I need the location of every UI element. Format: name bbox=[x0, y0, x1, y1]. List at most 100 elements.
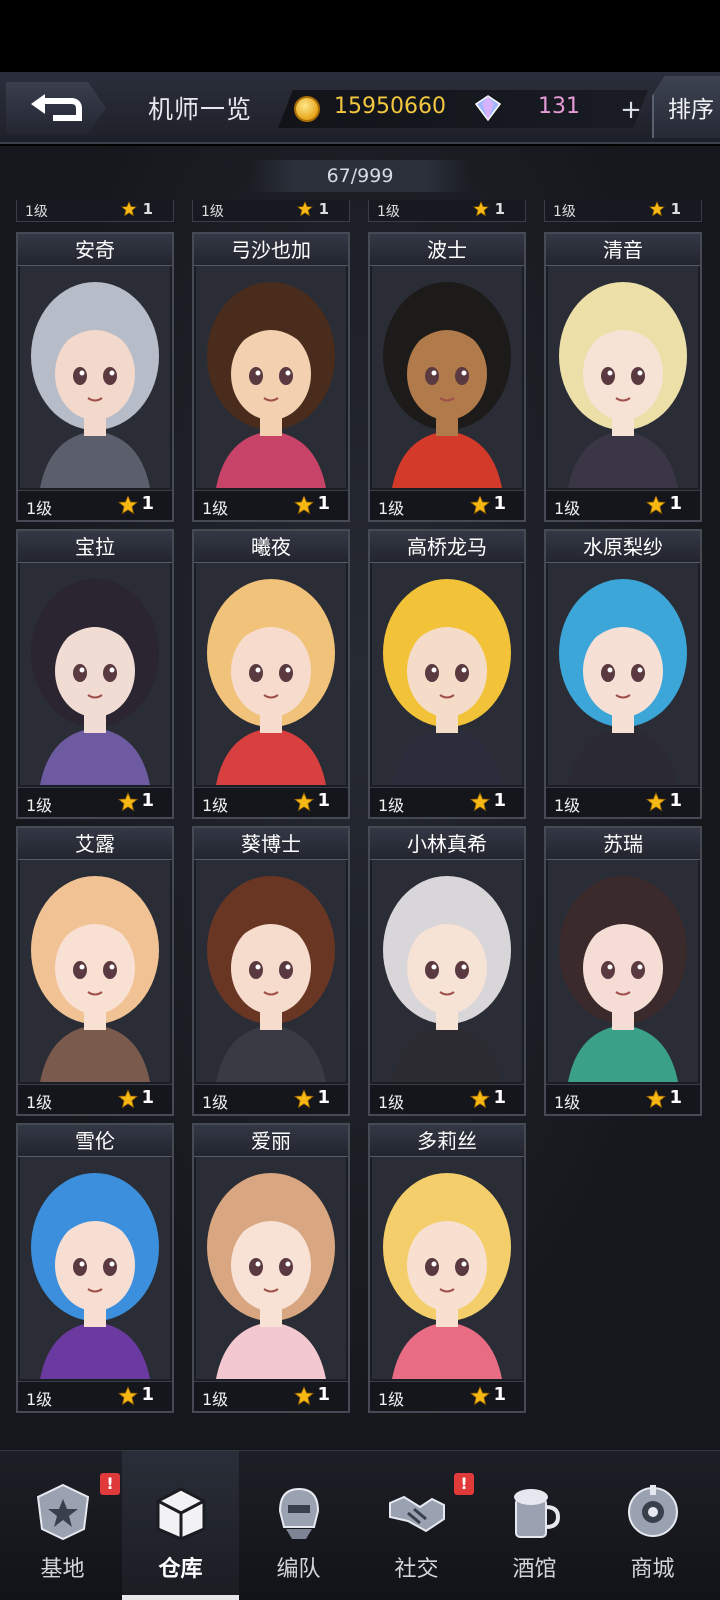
pilot-name: 葵博士 bbox=[194, 828, 348, 860]
nav-item-handshake[interactable]: 社交! bbox=[358, 1451, 475, 1600]
star-icon bbox=[648, 200, 666, 217]
pilot-level: 1级 bbox=[26, 796, 53, 815]
pilot-card[interactable]: 雪伦 1级 1 bbox=[16, 1123, 174, 1413]
pilot-stars: 1 bbox=[669, 790, 682, 811]
star-icon bbox=[296, 200, 314, 217]
pilot-card[interactable]: 小林真希 1级 1 bbox=[368, 826, 526, 1116]
pilot-stars: 1 bbox=[317, 493, 330, 514]
nav-label: 基地 bbox=[40, 1557, 85, 1582]
nav-item-shop[interactable]: 商城 bbox=[594, 1451, 711, 1600]
pilot-card-footer: 1级 1 bbox=[18, 787, 172, 817]
pilot-portrait bbox=[372, 860, 522, 1082]
coin-value: 15950660 bbox=[334, 94, 446, 119]
pilot-name: 高桥龙马 bbox=[370, 531, 524, 563]
pilot-card[interactable]: 安奇 1级 1 bbox=[16, 232, 174, 522]
pilot-card[interactable]: 波士 1级 1 bbox=[368, 232, 526, 522]
pilot-level: 1级 bbox=[25, 204, 48, 220]
pilot-card-footer: 1级 1 bbox=[194, 490, 348, 520]
pilot-name: 宝拉 bbox=[18, 531, 172, 563]
back-arrow-icon bbox=[31, 94, 82, 121]
pilot-card[interactable]: 爱丽 1级 1 bbox=[192, 1123, 350, 1413]
pilot-level: 1级 bbox=[554, 1093, 581, 1112]
warehouse-icon bbox=[150, 1481, 212, 1543]
pilot-count-bar: 67/999 bbox=[250, 160, 470, 192]
pilot-card-footer: 1级 1 bbox=[370, 1381, 524, 1411]
pilot-card-footer: 1级 1 bbox=[194, 1381, 348, 1411]
nav-item-base[interactable]: 基地! bbox=[4, 1451, 121, 1600]
nav-label: 社交 bbox=[394, 1557, 439, 1582]
pilot-stars: 1 bbox=[669, 493, 682, 514]
pilot-name: 清音 bbox=[546, 234, 700, 266]
pilot-card[interactable]: 艾露 1级 1 bbox=[16, 826, 174, 1116]
header: 机师一览 15950660 131 + 排序 bbox=[0, 72, 720, 144]
pilot-portrait bbox=[20, 860, 170, 1082]
pilot-card-partial[interactable]: 1级 1 bbox=[544, 200, 702, 222]
star-icon bbox=[117, 791, 139, 812]
pilot-stars: 1 bbox=[141, 493, 154, 514]
pilot-stars: 1 bbox=[670, 200, 681, 218]
pilot-stars: 1 bbox=[317, 1384, 330, 1405]
star-icon bbox=[293, 494, 315, 515]
base-icon bbox=[32, 1481, 94, 1543]
star-icon bbox=[120, 200, 138, 217]
pilot-card[interactable]: 水原梨纱 1级 1 bbox=[544, 529, 702, 819]
add-gems-button[interactable]: + bbox=[616, 96, 646, 126]
pilot-card-footer: 1级 1 bbox=[18, 1084, 172, 1114]
star-icon bbox=[293, 791, 315, 812]
pilot-stars: 1 bbox=[142, 200, 153, 218]
star-icon bbox=[293, 1385, 315, 1406]
nav-item-team[interactable]: 编队 bbox=[240, 1451, 357, 1600]
gem-icon bbox=[474, 95, 502, 122]
pilot-card-footer: 1级 1 bbox=[194, 787, 348, 817]
pilot-level: 1级 bbox=[26, 499, 53, 518]
notification-badge: ! bbox=[100, 1473, 120, 1495]
pilot-level: 1级 bbox=[26, 1390, 53, 1409]
pilot-card[interactable]: 弓沙也加 1级 1 bbox=[192, 232, 350, 522]
pilot-level: 1级 bbox=[554, 499, 581, 518]
star-icon bbox=[469, 1088, 491, 1109]
pilot-card[interactable]: 葵博士 1级 1 bbox=[192, 826, 350, 1116]
pilot-card-partial[interactable]: 1级 1 bbox=[16, 200, 174, 222]
nav-item-warehouse[interactable]: 仓库 bbox=[122, 1451, 239, 1600]
pilot-portrait bbox=[20, 1157, 170, 1379]
sort-button[interactable]: 排序 bbox=[652, 76, 720, 138]
pilot-card-footer: 1级 1 bbox=[546, 787, 700, 817]
pilot-stars: 1 bbox=[318, 200, 329, 218]
pilot-card[interactable]: 高桥龙马 1级 1 bbox=[368, 529, 526, 819]
star-icon bbox=[293, 1088, 315, 1109]
nav-label: 酒馆 bbox=[512, 1557, 557, 1582]
pilot-card[interactable]: 宝拉 1级 1 bbox=[16, 529, 174, 819]
pilot-card-footer: 1级 1 bbox=[194, 1084, 348, 1114]
pilot-level: 1级 bbox=[378, 1093, 405, 1112]
pilot-stars: 1 bbox=[493, 790, 506, 811]
pilot-name: 曦夜 bbox=[194, 531, 348, 563]
pilot-card-partial[interactable]: 1级 1 bbox=[192, 200, 350, 222]
pilot-card[interactable]: 苏瑞 1级 1 bbox=[544, 826, 702, 1116]
pilot-level: 1级 bbox=[554, 796, 581, 815]
nav-label: 编队 bbox=[276, 1557, 321, 1582]
pilot-card[interactable]: 清音 1级 1 bbox=[544, 232, 702, 522]
pilot-card[interactable]: 曦夜 1级 1 bbox=[192, 529, 350, 819]
bottom-nav: 基地! 仓库 编队 社交! 酒馆 商城 bbox=[0, 1450, 720, 1600]
pilot-list[interactable]: 67/999 安奇 1级 1 弓沙也加 1级 1 波士 1级 1 清音 1级 1 宝拉 1级 1 曦夜 1级 1 高… bbox=[0, 146, 720, 1450]
pilot-card[interactable]: 多莉丝 1级 1 bbox=[368, 1123, 526, 1413]
star-icon bbox=[645, 494, 667, 515]
pilot-portrait bbox=[196, 860, 346, 1082]
page-title: 机师一览 bbox=[148, 95, 253, 124]
nav-item-tavern[interactable]: 酒馆 bbox=[476, 1451, 593, 1600]
nav-label: 商城 bbox=[630, 1557, 675, 1582]
pilot-portrait bbox=[20, 266, 170, 488]
pilot-card-partial[interactable]: 1级 1 bbox=[368, 200, 526, 222]
pilot-name: 波士 bbox=[370, 234, 524, 266]
star-icon bbox=[469, 1385, 491, 1406]
pilot-portrait bbox=[196, 1157, 346, 1379]
back-button[interactable] bbox=[6, 82, 106, 134]
pilot-stars: 1 bbox=[669, 1087, 682, 1108]
pilot-name: 多莉丝 bbox=[370, 1125, 524, 1157]
pilot-level: 1级 bbox=[201, 204, 224, 220]
status-bar-area bbox=[0, 0, 720, 72]
pilot-name: 艾露 bbox=[18, 828, 172, 860]
pilot-level: 1级 bbox=[553, 204, 576, 220]
pilot-name: 安奇 bbox=[18, 234, 172, 266]
pilot-card-footer: 1级 1 bbox=[546, 1084, 700, 1114]
